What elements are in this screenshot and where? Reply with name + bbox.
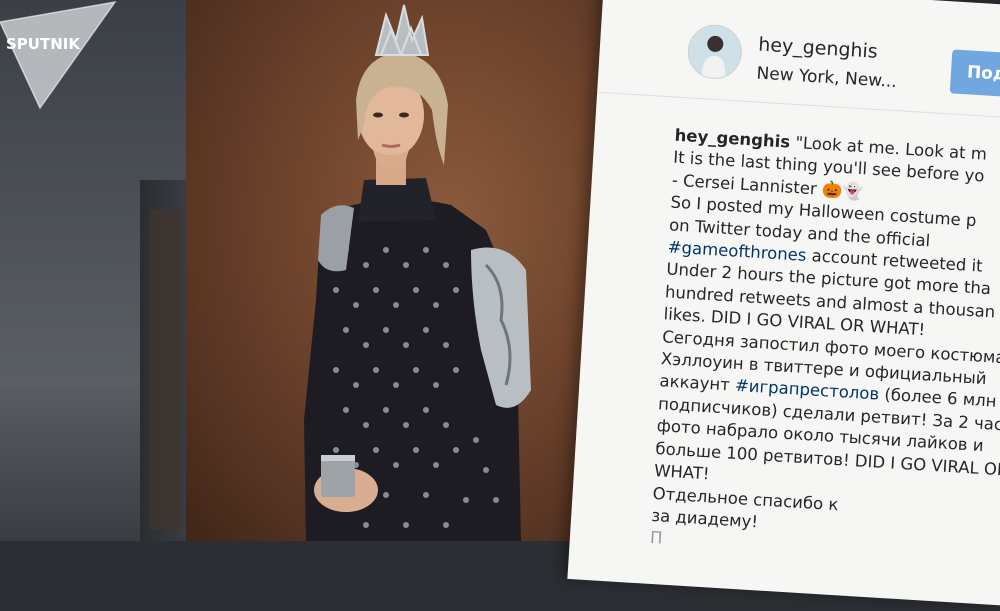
monitor-edge: [150, 210, 180, 530]
post-caption: hey_genghis "Look at me. Look at m It is…: [649, 125, 1000, 577]
avatar-photo: [687, 24, 743, 80]
avatar[interactable]: [686, 23, 744, 81]
sputnik-logo: SPUTNIK: [0, 0, 120, 110]
post-username[interactable]: hey_genghis: [758, 34, 879, 63]
follow-button[interactable]: Под: [949, 49, 1000, 101]
caption-text: аккаунт: [659, 371, 736, 396]
post-location[interactable]: New York, New...: [756, 64, 897, 93]
instagram-post-panel: hey_genghis New York, New... Под hey_gen…: [567, 0, 1000, 607]
watermark-text: SPUTNIK: [6, 35, 80, 53]
sputnik-logo-icon: [0, 0, 117, 110]
post-header: hey_genghis New York, New... Под: [597, 0, 1000, 121]
